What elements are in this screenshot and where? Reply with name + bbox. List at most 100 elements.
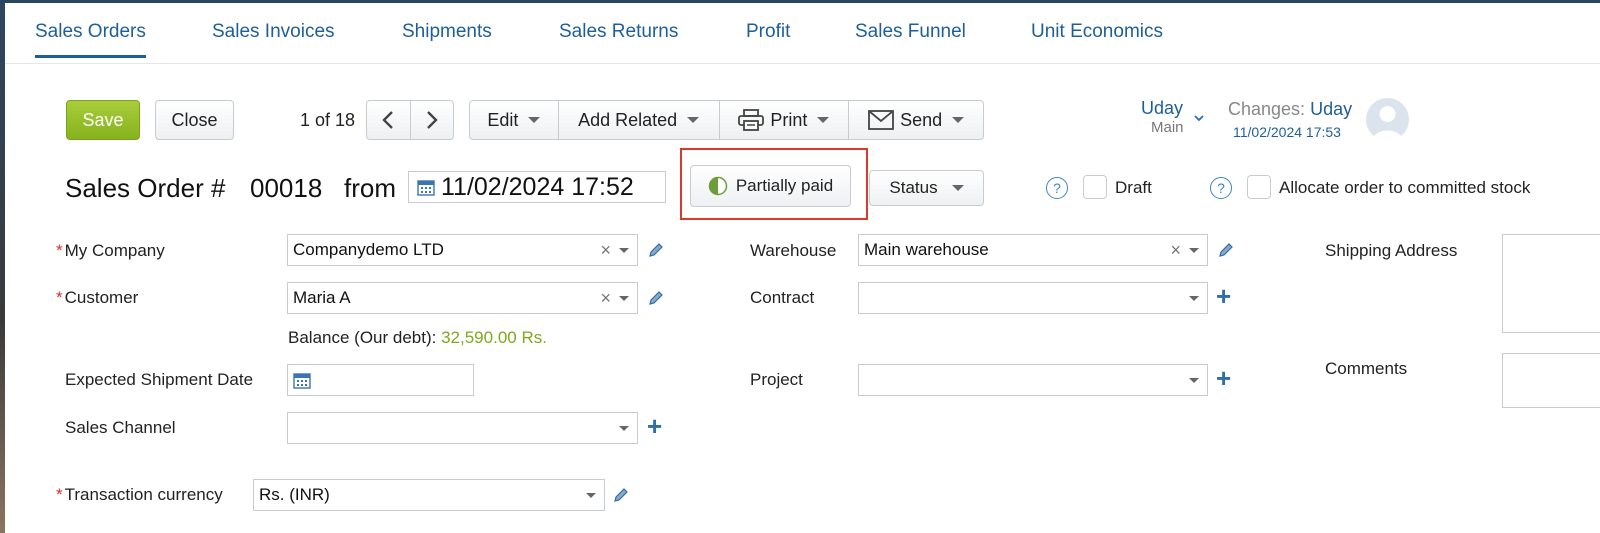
chevron-down-icon [951, 185, 964, 191]
changes-label: Changes: Uday [1228, 99, 1352, 120]
my-company-select[interactable]: Companydemo LTD × [287, 234, 638, 266]
chevron-down-icon[interactable] [1189, 247, 1199, 253]
customer-label-text: Customer [64, 288, 139, 307]
tab-unit-economics[interactable]: Unit Economics [1031, 21, 1163, 43]
chevron-left-icon [382, 111, 394, 129]
action-toolbar: Edit Add Related Print Send [469, 100, 984, 140]
envelope-icon [868, 110, 895, 130]
add-project-icon[interactable]: + [1216, 365, 1231, 391]
calendar-icon[interactable] [293, 371, 311, 389]
send-menu-button[interactable]: Send [849, 101, 983, 139]
draft-checkbox[interactable] [1083, 175, 1107, 199]
help-icon[interactable]: ? [1210, 177, 1232, 199]
contract-select[interactable] [858, 282, 1208, 314]
expected-shipment-date-field[interactable] [287, 364, 474, 396]
currency-label-text: Transaction currency [64, 485, 223, 504]
chevron-down-icon [528, 117, 541, 123]
allocate-checkbox[interactable] [1247, 175, 1271, 199]
section-tabs: Sales Orders Sales Invoices Shipments Sa… [5, 3, 1600, 64]
pager-group [366, 100, 454, 140]
avatar[interactable] [1366, 98, 1409, 141]
required-marker: * [56, 485, 63, 504]
chevron-down-icon[interactable] [1189, 295, 1199, 301]
currency-label: * Transaction currency [56, 485, 223, 505]
chevron-down-icon[interactable] [619, 295, 629, 301]
edit-pencil-icon[interactable] [648, 290, 664, 306]
balance-label: Balance (Our debt): [288, 328, 437, 347]
printer-icon [738, 109, 765, 131]
user-name[interactable]: Uday [1141, 98, 1183, 119]
order-number: 00018 [250, 173, 323, 203]
add-related-label: Add Related [578, 109, 678, 130]
next-button[interactable] [411, 101, 454, 139]
balance-line: Balance (Our debt): 32,590.00 Rs. [288, 328, 547, 348]
window-left-border [0, 0, 5, 533]
balance-value: 32,590.00 Rs. [441, 328, 547, 347]
chevron-down-icon [952, 117, 965, 123]
print-label: Print [770, 109, 808, 130]
chevron-down-icon[interactable] [619, 247, 629, 253]
clear-icon[interactable]: × [600, 241, 611, 259]
chevron-down-icon [687, 117, 700, 123]
clear-icon[interactable]: × [600, 289, 611, 307]
allocate-label: Allocate order to committed stock [1279, 178, 1531, 197]
close-button[interactable]: Close [155, 100, 234, 140]
help-icon[interactable]: ? [1046, 177, 1068, 199]
edit-pencil-icon[interactable] [613, 487, 629, 503]
chevron-down-icon[interactable] [619, 425, 629, 431]
chevron-down-icon[interactable] [1193, 114, 1205, 122]
edit-menu-button[interactable]: Edit [470, 101, 559, 139]
tab-sales-funnel[interactable]: Sales Funnel [855, 21, 966, 43]
add-related-menu-button[interactable]: Add Related [559, 101, 720, 139]
shipping-address-textarea[interactable] [1502, 234, 1600, 333]
from-label: from [344, 173, 396, 203]
project-label: Project [750, 370, 803, 389]
chevron-down-icon[interactable] [586, 492, 596, 498]
customer-value: Maria A [293, 288, 351, 307]
send-label: Send [900, 109, 943, 130]
edit-pencil-icon[interactable] [1218, 242, 1234, 258]
required-marker: * [56, 241, 63, 260]
tab-profit[interactable]: Profit [746, 21, 790, 43]
pager-text: 1 of 18 [300, 110, 356, 130]
save-button[interactable]: Save [66, 100, 140, 140]
sales-channel-label: Sales Channel [65, 418, 176, 437]
changes-user-link[interactable]: Uday [1310, 99, 1352, 119]
add-contract-icon[interactable]: + [1216, 283, 1231, 309]
print-menu-button[interactable]: Print [720, 101, 850, 139]
customer-select[interactable]: Maria A × [287, 282, 638, 314]
comments-textarea[interactable] [1502, 353, 1600, 408]
previous-button[interactable] [367, 101, 411, 139]
currency-value: Rs. (INR) [259, 485, 330, 504]
draft-label: Draft [1115, 178, 1152, 197]
my-company-label-text: My Company [64, 241, 165, 260]
tab-sales-orders[interactable]: Sales Orders [35, 21, 146, 58]
project-select[interactable] [858, 364, 1208, 396]
tab-sales-invoices[interactable]: Sales Invoices [212, 21, 335, 43]
chevron-right-icon [426, 111, 438, 129]
required-marker: * [56, 288, 63, 307]
tab-sales-returns[interactable]: Sales Returns [559, 21, 678, 43]
clear-icon[interactable]: × [1170, 241, 1181, 259]
expected-shipment-label: Expected Shipment Date [65, 370, 254, 389]
sales-channel-select[interactable] [287, 412, 638, 444]
status-dropdown[interactable]: Status [869, 170, 984, 206]
changes-time: 11/02/2024 17:53 [1233, 124, 1341, 140]
warehouse-label: Warehouse [750, 241, 837, 260]
user-role: Main [1151, 119, 1184, 136]
status-label: Status [889, 178, 938, 197]
order-datetime-value: 11/02/2024 17:52 [441, 172, 634, 201]
tab-shipments[interactable]: Shipments [402, 21, 492, 43]
edit-pencil-icon[interactable] [648, 242, 664, 258]
add-sales-channel-icon[interactable]: + [647, 413, 662, 439]
currency-select[interactable]: Rs. (INR) [253, 479, 605, 511]
warehouse-select[interactable]: Main warehouse × [858, 234, 1208, 266]
chevron-down-icon[interactable] [1189, 377, 1199, 383]
highlight-box [680, 148, 868, 220]
chevron-down-icon [817, 117, 830, 123]
edit-label: Edit [487, 109, 519, 130]
contract-label: Contract [750, 288, 815, 307]
user-avatar-icon [1372, 106, 1403, 141]
order-datetime-field[interactable]: 11/02/2024 17:52 [408, 171, 666, 203]
calendar-icon [417, 180, 435, 196]
